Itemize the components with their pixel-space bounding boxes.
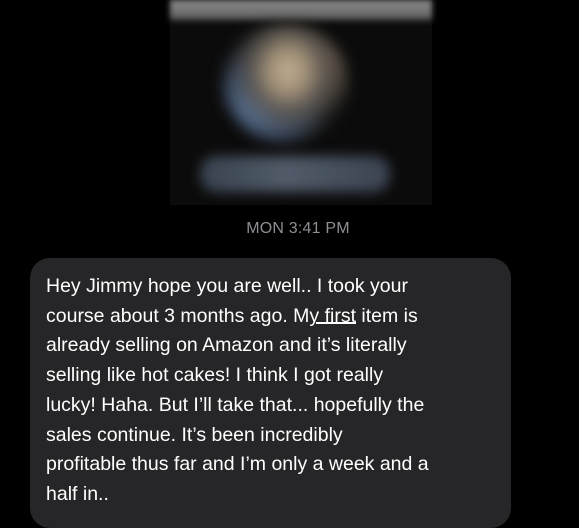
incoming-message-bubble[interactable]: Hey Jimmy hope you are well.. I took you…	[30, 258, 511, 528]
message-line: half in..	[46, 482, 109, 505]
message-line: selling like hot cakes! I think I got re…	[46, 364, 384, 387]
message-line: already selling on Amazon and it’s liter…	[46, 334, 407, 357]
message-text: Hey Jimmy hope you are well.. I took you…	[46, 272, 497, 510]
message-line: sales continue. It’s been incredibly	[46, 423, 343, 446]
contact-name-redacted[interactable]	[200, 156, 390, 192]
text-underline-artifact	[316, 322, 356, 324]
message-line: Hey Jimmy hope you are well.. I took you…	[46, 275, 408, 297]
message-line: lucky! Haha. But I’ll take that... hopef…	[46, 393, 425, 416]
contact-header[interactable]	[170, 0, 432, 205]
redacted-strip	[170, 0, 432, 22]
contact-avatar[interactable]	[223, 24, 348, 142]
message-timestamp: MON 3:41 PM	[246, 220, 350, 237]
message-line: profitable thus far and I’m only a week …	[46, 453, 429, 476]
message-line: course about 3 months ago. My first item…	[46, 304, 418, 327]
